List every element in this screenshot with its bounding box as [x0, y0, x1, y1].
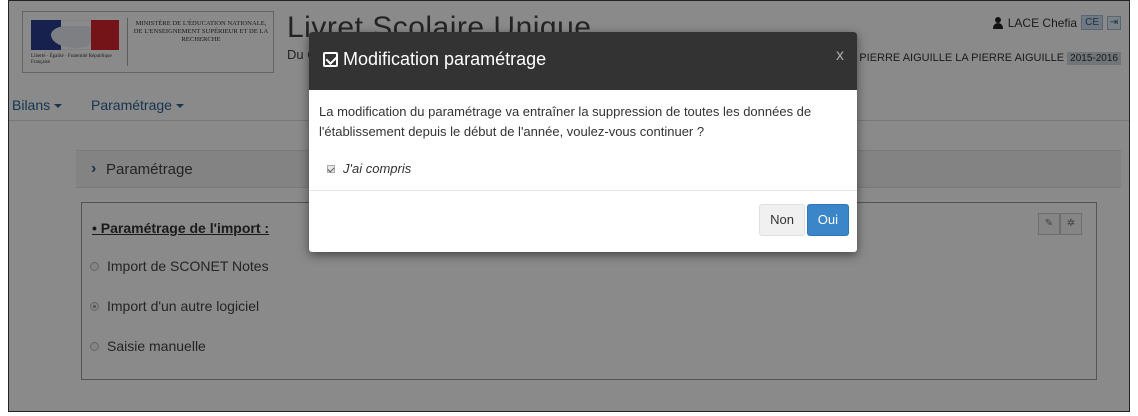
understood-checkbox-row[interactable]: J'ai compris: [319, 159, 847, 179]
modal-title: Modification paramétrage: [343, 49, 547, 69]
check-square-icon: [323, 52, 338, 67]
checkbox-label: J'ai compris: [343, 161, 412, 176]
no-button[interactable]: Non: [759, 204, 805, 236]
close-button[interactable]: x: [836, 47, 844, 65]
app-frame: Liberté · Égalité · Fraternité Républiqu…: [8, 0, 1130, 412]
modal-body: La modification du paramétrage va entraî…: [309, 90, 857, 179]
yes-button[interactable]: Oui: [806, 204, 849, 236]
modal-footer: Non Oui: [309, 190, 857, 252]
modal-message: La modification du paramétrage va entraî…: [319, 104, 812, 139]
modal-header: Modification paramétrage x: [309, 32, 857, 90]
confirm-modal: Modification paramétrage x La modificati…: [309, 32, 857, 252]
understood-checkbox[interactable]: [327, 165, 335, 173]
